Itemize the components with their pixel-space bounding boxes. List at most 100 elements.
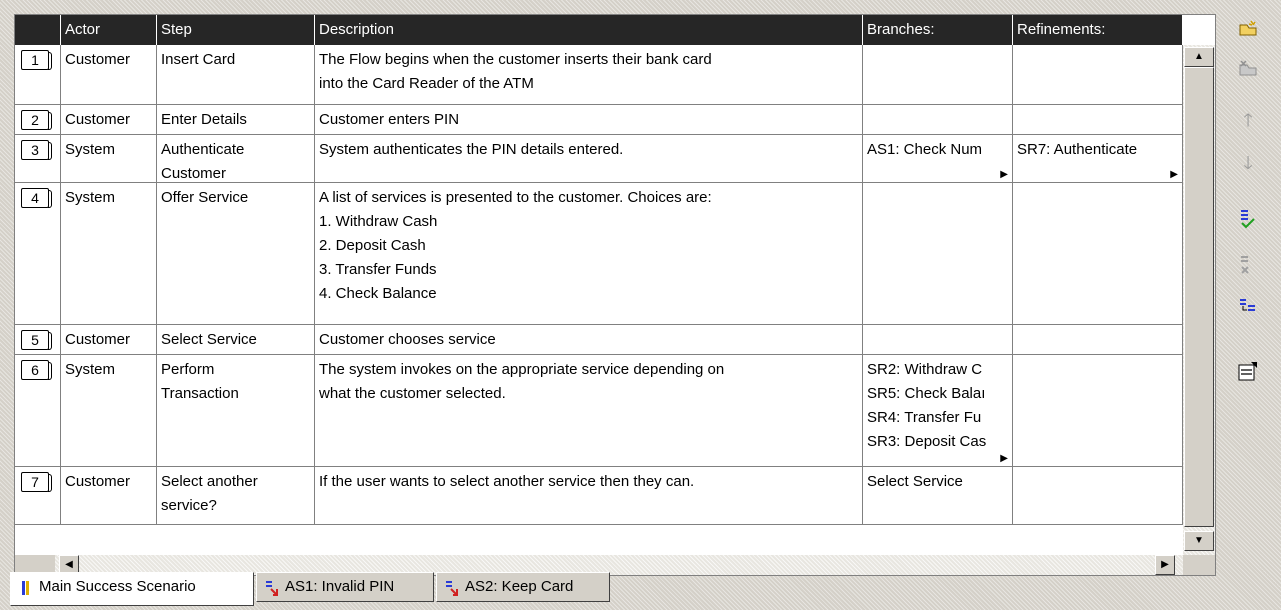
step-cell[interactable]: Offer Service <box>157 183 315 324</box>
new-step-icon[interactable] <box>1230 18 1266 48</box>
refinements-cell[interactable] <box>1013 183 1183 324</box>
description-cell-text: System authenticates the PIN details ent… <box>319 141 624 158</box>
row-number-cell[interactable]: 2 <box>15 105 61 134</box>
scroll-thumb[interactable] <box>1184 67 1214 527</box>
row-number-cell[interactable]: 3 <box>15 135 61 182</box>
vertical-scrollbar[interactable]: ▲ ▼ <box>1183 45 1215 555</box>
step-cell[interactable]: Insert Card <box>157 45 315 104</box>
step-number: 7 <box>21 472 52 492</box>
description-cell-text: A list of services is presented to the c… <box>319 189 712 302</box>
overflow-arrow-icon[interactable]: ▶ <box>1000 454 1008 464</box>
branches-cell[interactable] <box>863 325 1013 354</box>
header-description[interactable]: Description <box>315 15 863 45</box>
branches-cell[interactable] <box>863 105 1013 134</box>
branches-cell[interactable]: Select Service <box>863 467 1013 524</box>
step-cell-text: Insert Card <box>161 51 236 68</box>
row-number-cell[interactable]: 6 <box>15 355 61 466</box>
scroll-corner <box>1183 555 1215 575</box>
step-cell-text: Offer Service <box>161 189 249 206</box>
refinements-cell[interactable] <box>1013 355 1183 466</box>
actor-cell[interactable]: System <box>61 355 157 466</box>
actor-cell[interactable]: Customer <box>61 105 157 134</box>
row-number-cell[interactable]: 7 <box>15 467 61 524</box>
header-refinements[interactable]: Refinements: <box>1013 15 1183 45</box>
description-cell[interactable]: A list of services is presented to the c… <box>315 183 863 324</box>
table-row[interactable]: 2 Customer Enter Details Customer enters PI… <box>15 105 1183 135</box>
branches-cell-text: AS1: Check Num <box>867 141 983 158</box>
refinements-cell[interactable]: SR7: Authenticate ▶ <box>1013 135 1183 182</box>
refinements-cell[interactable] <box>1013 467 1183 524</box>
move-up-icon[interactable]: 🡑 <box>1230 105 1266 135</box>
remove-branch-icon[interactable] <box>1230 254 1266 284</box>
table-row[interactable]: 6 System Perform Transaction The system inv… <box>15 355 1183 467</box>
actor-cell-text: Customer <box>65 331 131 348</box>
step-number: 5 <box>21 330 52 350</box>
refinements-cell[interactable] <box>1013 325 1183 354</box>
row-number-cell[interactable]: 4 <box>15 183 61 324</box>
table-row[interactable]: 7 Customer Select another service? If the u… <box>15 467 1183 525</box>
step-number: 4 <box>21 188 52 208</box>
table-row[interactable]: 4 System Offer Service A list of services i… <box>15 183 1183 325</box>
add-refinement-icon[interactable] <box>1230 296 1266 326</box>
actor-cell-text: Customer <box>65 51 131 68</box>
header-actor[interactable]: Actor <box>61 15 157 45</box>
step-cell[interactable]: Enter Details <box>157 105 315 134</box>
branches-cell[interactable] <box>863 183 1013 324</box>
branches-cell-text: SR2: Withdraw C SR5: Check Balaı SR4: Tr… <box>867 361 987 450</box>
step-cell[interactable]: Select Service <box>157 325 315 354</box>
description-cell[interactable]: The system invokes on the appropriate se… <box>315 355 863 466</box>
description-cell[interactable]: The Flow begins when the customer insert… <box>315 45 863 104</box>
actor-cell[interactable]: Customer <box>61 467 157 524</box>
delete-step-icon[interactable] <box>1230 58 1266 88</box>
tab-as1-invalid-pin[interactable]: AS1: Invalid PIN <box>256 572 434 602</box>
table-row[interactable]: 1 Customer Insert Card The Flow begins when… <box>15 45 1183 105</box>
branches-cell[interactable] <box>863 45 1013 104</box>
overflow-arrow-icon[interactable]: ▶ <box>1000 170 1008 180</box>
actor-cell[interactable]: System <box>61 183 157 324</box>
description-cell[interactable]: Customer enters PIN <box>315 105 863 134</box>
branches-cell[interactable]: SR2: Withdraw C SR5: Check Balaı SR4: Tr… <box>863 355 1013 466</box>
step-cell-text: Perform Transaction <box>161 361 239 402</box>
description-cell[interactable]: System authenticates the PIN details ent… <box>315 135 863 182</box>
description-cell-text: If the user wants to select another serv… <box>319 473 695 490</box>
row-number-cell[interactable]: 5 <box>15 325 61 354</box>
step-number: 2 <box>21 110 52 130</box>
scroll-down-button[interactable]: ▼ <box>1184 531 1214 551</box>
header-branches[interactable]: Branches: <box>863 15 1013 45</box>
header-step[interactable]: Step <box>157 15 315 45</box>
refinements-cell[interactable] <box>1013 45 1183 104</box>
overflow-arrow-icon[interactable]: ▶ <box>1170 170 1178 180</box>
row-number-cell[interactable]: 1 <box>15 45 61 104</box>
refinements-cell[interactable] <box>1013 105 1183 134</box>
scenario-editor: Actor Step Description Branches: Refinem… <box>0 0 1218 610</box>
description-cell[interactable]: If the user wants to select another serv… <box>315 467 863 524</box>
description-cell[interactable]: Customer chooses service <box>315 325 863 354</box>
branches-cell[interactable]: AS1: Check Num ▶ <box>863 135 1013 182</box>
tab-label: AS1: Invalid PIN <box>285 578 395 595</box>
scroll-up-button[interactable]: ▲ <box>1184 47 1214 67</box>
actor-cell-text: Customer <box>65 473 131 490</box>
actor-cell-text: Customer <box>65 111 131 128</box>
add-branch-icon[interactable] <box>1230 208 1266 238</box>
move-down-icon[interactable]: 🡓 <box>1230 148 1266 178</box>
table-row[interactable]: 3 System Authenticate Customer System authe… <box>15 135 1183 183</box>
tab-main-success-scenario[interactable]: Main Success Scenario <box>10 572 254 606</box>
tab-label: AS2: Keep Card <box>465 578 574 595</box>
actor-cell-text: System <box>65 141 116 158</box>
description-cell-text: Customer chooses service <box>319 331 496 348</box>
actor-cell[interactable]: Customer <box>61 325 157 354</box>
actor-cell-text: System <box>65 361 116 378</box>
actor-cell[interactable]: Customer <box>61 45 157 104</box>
step-cell[interactable]: Select another service? <box>157 467 315 524</box>
header-number <box>15 15 61 45</box>
step-cell-text: Select Service <box>161 331 257 348</box>
scroll-right-button[interactable]: ▶ <box>1155 555 1175 575</box>
step-cell[interactable]: Perform Transaction <box>157 355 315 466</box>
steps-grid[interactable]: Actor Step Description Branches: Refinem… <box>14 14 1216 576</box>
properties-icon[interactable] <box>1230 360 1266 390</box>
tab-as2-keep-card[interactable]: AS2: Keep Card <box>436 572 610 602</box>
table-row[interactable]: 5 Customer Select Service Customer chooses … <box>15 325 1183 355</box>
step-cell-text: Enter Details <box>161 111 247 128</box>
actor-cell[interactable]: System <box>61 135 157 182</box>
step-cell[interactable]: Authenticate Customer <box>157 135 315 182</box>
